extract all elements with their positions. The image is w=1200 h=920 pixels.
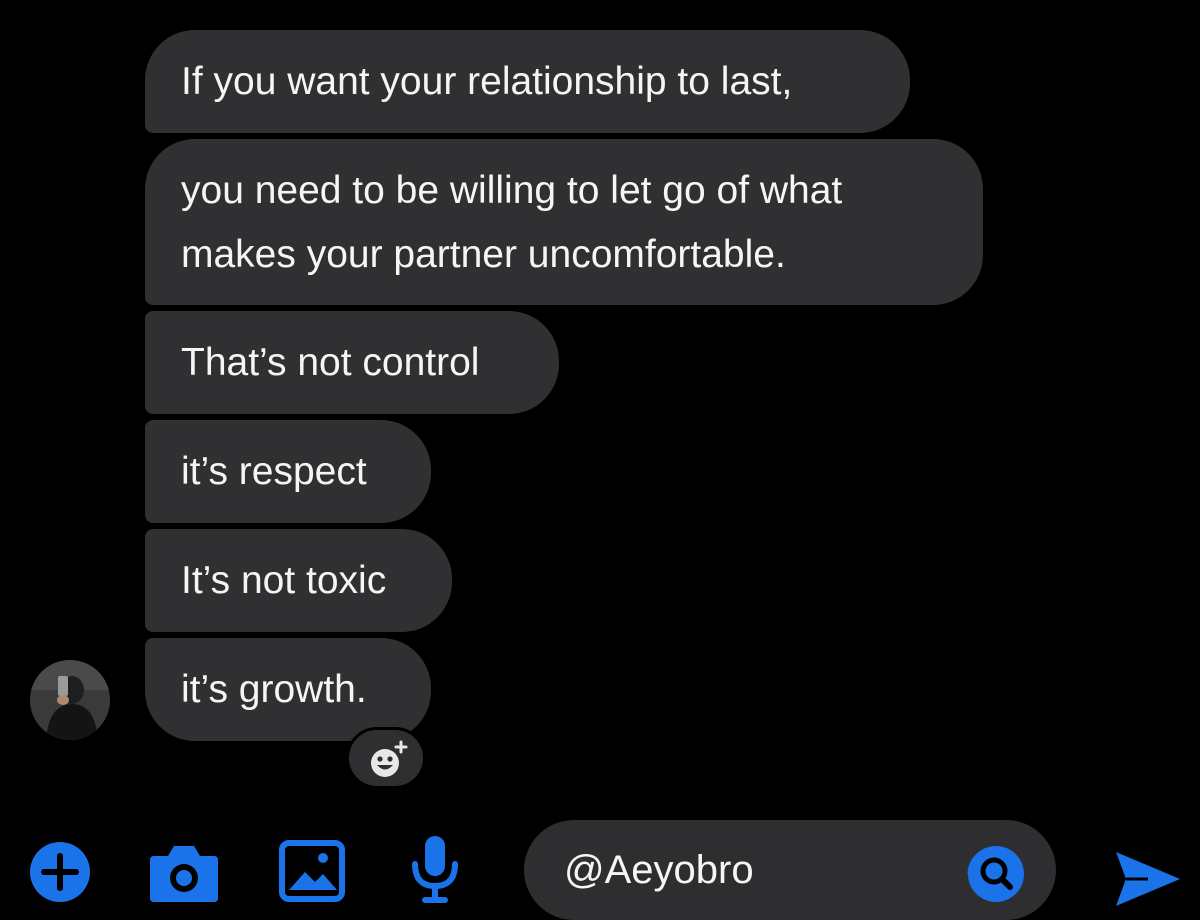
search-button[interactable]	[954, 844, 1034, 904]
message-bubble[interactable]: That’s not control	[145, 311, 559, 414]
message-bubble[interactable]: It’s not toxic	[145, 529, 452, 632]
message-text: If you want your relationship to last,	[181, 60, 793, 103]
message-bubble[interactable]: If you want your relationship to last,	[145, 30, 910, 133]
emoji-add-icon	[371, 740, 408, 777]
avatar-photo	[30, 660, 110, 740]
message-text: it’s growth.	[181, 668, 367, 711]
microphone-icon	[412, 836, 458, 903]
message-text-line: makes your partner uncomfortable.	[181, 233, 786, 276]
gallery-icon	[279, 840, 345, 902]
message-thread: If you want your relationship to last, y…	[0, 0, 1200, 800]
camera-button[interactable]	[148, 840, 220, 904]
composer-bar: @Aeyobro	[0, 810, 1200, 920]
voice-message-button[interactable]	[407, 834, 463, 906]
message-bubble[interactable]: you need to be willing to let go of what…	[145, 139, 983, 305]
message-text-line: you need to be willing to let go of what	[181, 169, 843, 212]
add-attachment-button[interactable]	[28, 840, 92, 904]
search-icon	[967, 846, 1024, 902]
send-button[interactable]	[1112, 848, 1184, 910]
add-reaction-button[interactable]	[346, 727, 426, 789]
message-bubble[interactable]: it’s respect	[145, 420, 431, 523]
message-input-value: @Aeyobro	[564, 848, 754, 892]
message-input[interactable]: @Aeyobro	[524, 820, 1056, 920]
message-text: It’s not toxic	[181, 559, 387, 602]
message-text: That’s not control	[181, 341, 480, 384]
gallery-button[interactable]	[279, 840, 345, 902]
send-icon	[1116, 852, 1180, 906]
plus-icon	[30, 842, 90, 902]
message-text: it’s respect	[181, 450, 367, 493]
camera-icon	[150, 846, 218, 902]
message-bubble[interactable]: it’s growth.	[145, 638, 431, 741]
avatar[interactable]	[30, 660, 110, 740]
